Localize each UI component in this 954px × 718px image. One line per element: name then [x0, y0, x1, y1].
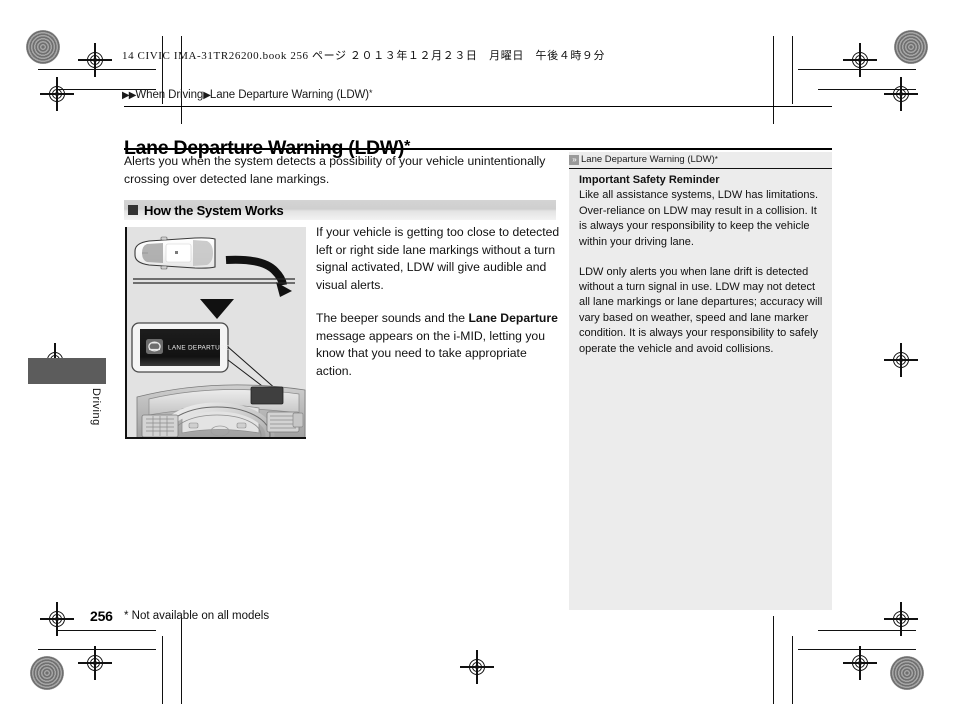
chapter-tab-label: Driving [90, 388, 102, 426]
chapter-tab-block [28, 358, 106, 384]
registration-mark-bottom-right [843, 646, 877, 680]
registration-mark-bottom-left [78, 646, 112, 680]
registration-mark-lower-right [884, 602, 918, 636]
body-paragraph-2-prefix: The beeper sounds and the [316, 311, 469, 325]
imid-message-label: Lane Departure [468, 311, 558, 325]
imid-display: LANE DEPARTURE [131, 322, 230, 373]
breadcrumb: ▶▶When Driving▶Lane Departure Warning (L… [122, 88, 373, 101]
safety-heading: Important Safety Reminder [579, 174, 720, 186]
safety-sidebar: » Lane Departure Warning (LDW) * Important… [569, 152, 832, 610]
sidebar-rule [569, 168, 832, 170]
print-density-spot-top-left [26, 30, 60, 64]
body-paragraph-2-suffix: message appears on the i-MID, letting yo… [316, 328, 545, 378]
sidebar-header-title[interactable]: Lane Departure Warning (LDW) [581, 154, 715, 165]
print-density-spot-top-right [894, 30, 928, 64]
safety-paragraph-1: Like all assistance systems, LDW has lim… [579, 189, 819, 248]
registration-mark-lower-left [40, 602, 74, 636]
breadcrumb-topic[interactable]: Lane Departure Warning (LDW) [210, 89, 369, 101]
dashboard-view [136, 384, 306, 437]
sidebar-body: Important Safety Reminder Like all assis… [579, 173, 824, 371]
illustration-svg: LANE DEPARTURE [127, 227, 306, 437]
registration-mark-bottom-center [460, 650, 494, 684]
ldw-system-illustration: LANE DEPARTURE [125, 227, 306, 439]
car-top-view [134, 236, 216, 270]
breadcrumb-asterisk: * [369, 88, 373, 98]
imid-message-text: LANE DEPARTURE [168, 345, 230, 352]
section-header-bar: How the System Works [124, 200, 556, 220]
lane-departure-icon [146, 339, 163, 354]
breadcrumb-separator-icon: ▶ [203, 90, 211, 101]
print-job-header: 14 CIVIC IMA-31TR26200.book 256 ページ ２０１３… [122, 50, 606, 62]
safety-paragraph-2: LDW only alerts you when lane drift is d… [579, 265, 823, 355]
registration-mark-upper-left [40, 77, 74, 111]
sidebar-header: » Lane Departure Warning (LDW) * [569, 152, 832, 167]
body-paragraph-2: The beeper sounds and the Lane Departure… [316, 310, 564, 380]
breadcrumb-section[interactable]: When Driving [135, 89, 203, 101]
intro-paragraph: Alerts you when the system detects a pos… [124, 154, 546, 186]
double-chevron-icon: » [569, 154, 579, 165]
body-paragraph-1: If your vehicle is getting too close to … [316, 225, 560, 292]
section-heading: How the System Works [144, 202, 284, 218]
filled-square-icon [128, 205, 138, 215]
registration-mark-top-left [78, 43, 112, 77]
print-density-spot-bottom-left [30, 656, 64, 690]
footnote: * Not available on all models [124, 610, 270, 622]
sidebar-header-asterisk: * [714, 155, 718, 164]
breadcrumb-arrow-icon: ▶▶ [122, 90, 136, 101]
page-number: 256 [90, 608, 113, 624]
header-rule [124, 106, 832, 107]
body-column: If your vehicle is getting too close to … [316, 224, 564, 396]
print-density-spot-bottom-right [890, 656, 924, 690]
air-vent-left [141, 414, 179, 437]
registration-mark-top-right [843, 43, 877, 77]
registration-mark-upper-right [884, 77, 918, 111]
registration-mark-mid-right [884, 343, 918, 377]
title-rule [124, 148, 832, 150]
